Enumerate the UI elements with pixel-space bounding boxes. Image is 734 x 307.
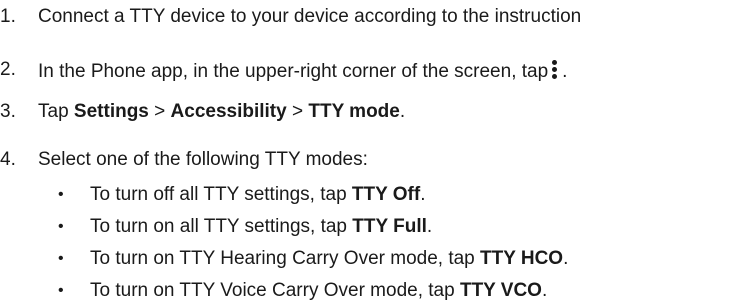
bullet-symbol: • <box>58 282 64 299</box>
option-tty-hco: TTY HCO <box>480 248 564 269</box>
step-text: In the Phone app, in the upper-right cor… <box>38 59 567 83</box>
step-number: 3. <box>0 101 16 122</box>
path-separator: > <box>286 101 309 122</box>
menu-path-accessibility: Accessibility <box>170 101 287 122</box>
step-text-after: . <box>562 61 568 82</box>
step-text: Connect a TTY device to your device acco… <box>38 6 582 27</box>
step-number: 4. <box>0 149 16 170</box>
step-number: 1. <box>0 6 16 27</box>
path-separator: > <box>148 101 171 122</box>
option-tty-vco: TTY VCO <box>459 280 542 301</box>
bullet-text: To turn on TTY Hearing Carry Over mode, … <box>90 248 569 269</box>
bullet-text: To turn off all TTY settings, tap TTY Of… <box>90 184 426 205</box>
step-number: 2. <box>0 59 16 80</box>
bullet-symbol: • <box>58 250 64 267</box>
bullet-text: To turn on all TTY settings, tap TTY Ful… <box>90 216 433 237</box>
bullet-text: To turn on TTY Voice Carry Over mode, ta… <box>90 280 548 301</box>
step-text-after: . <box>399 101 406 122</box>
menu-path-settings: Settings <box>73 101 149 122</box>
bullet-symbol: • <box>58 186 64 203</box>
step-text: Select one of the following TTY modes: <box>38 149 368 170</box>
bullet-symbol: • <box>58 218 64 235</box>
step-text-before: In the Phone app, in the upper-right cor… <box>38 61 549 82</box>
option-tty-full: TTY Full <box>352 216 427 237</box>
option-tty-off: TTY Off <box>351 184 421 205</box>
step-text-before: Tap <box>38 101 74 122</box>
step-text: Tap Settings > Accessibility > TTY mode. <box>38 101 405 123</box>
menu-path-tty-mode: TTY mode <box>308 101 400 122</box>
more-options-icon <box>552 59 558 79</box>
